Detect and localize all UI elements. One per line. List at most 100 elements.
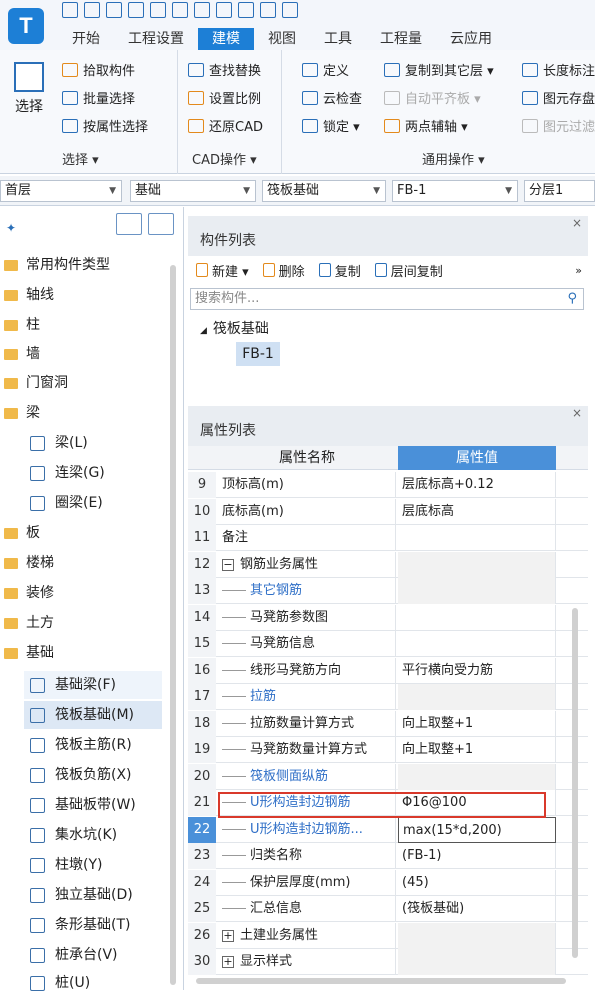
auto-align-slab-button[interactable]: 自动平齐板 ▾ <box>384 88 481 107</box>
select-by-attribute-button[interactable]: 按属性选择 <box>62 116 148 135</box>
property-value[interactable] <box>398 551 556 578</box>
edit-icon[interactable] <box>238 2 254 18</box>
close-icon[interactable]: × <box>572 216 582 230</box>
property-row[interactable]: 30 + 显示样式 <box>188 949 588 975</box>
tree-item-door-window[interactable]: 门窗洞 <box>4 369 68 397</box>
property-value[interactable] <box>398 631 556 657</box>
component-search-input[interactable]: 搜索构件... ⚲ <box>190 288 584 310</box>
property-value[interactable]: 向上取整+1 <box>398 710 556 737</box>
tree-item-sump[interactable]: 集水坑(K) <box>30 821 117 849</box>
property-row[interactable]: 23 归类名称 (FB-1) <box>188 843 588 869</box>
tree-scrollbar[interactable] <box>170 265 176 985</box>
tab-modeling[interactable]: 建模 <box>198 28 254 50</box>
new-file-icon[interactable] <box>84 2 100 18</box>
property-row[interactable]: 12− 钢筋业务属性 <box>188 551 588 578</box>
detail-view-icon[interactable] <box>148 213 174 235</box>
tree-item-pile-cap[interactable]: 桩承台(V) <box>30 941 118 969</box>
select-big-button[interactable]: 选择 <box>8 58 50 128</box>
lock-button[interactable]: 锁定 ▾ <box>302 116 360 135</box>
collapse-triangle-icon[interactable]: ◢ <box>200 326 207 336</box>
tree-item-coupling-beam[interactable]: 连梁(G) <box>30 459 105 487</box>
tree-item-isolated-footing[interactable]: 独立基础(D) <box>30 881 133 909</box>
tab-cloud[interactable]: 云应用 <box>436 28 506 50</box>
tab-project-settings[interactable]: 工程设置 <box>114 28 198 50</box>
property-row[interactable]: 22 U形构造封边钢筋... max(15*d,200) <box>188 816 588 843</box>
property-row[interactable]: 18 拉筋数量计算方式 向上取整+1 <box>188 710 588 737</box>
save-icon[interactable] <box>62 2 78 18</box>
property-row[interactable]: 15 马凳筋信息 <box>188 631 588 657</box>
common-group-label[interactable]: 通用操作 ▾ <box>422 149 485 168</box>
property-row[interactable]: 10 底标高(m) 层底标高 <box>188 498 588 525</box>
search-icon[interactable]: ⚲ <box>567 289 577 309</box>
undo-icon[interactable] <box>128 2 144 18</box>
list-view-icon[interactable] <box>116 213 142 235</box>
batch-select-button[interactable]: 批量选择 <box>62 88 135 107</box>
floor-select[interactable]: 首层 ▼ <box>0 180 122 202</box>
tree-item-raft-negative-rebar[interactable]: 筏板负筋(X) <box>30 761 132 789</box>
tree-item-foundation[interactable]: 基础 <box>4 639 54 667</box>
delete-component-button[interactable]: 删除 <box>262 261 305 280</box>
open-icon[interactable] <box>106 2 122 18</box>
tree-item-raft-foundation[interactable]: 筏板基础(M) <box>24 701 162 729</box>
property-value[interactable]: (45) <box>398 869 556 896</box>
tab-view[interactable]: 视图 <box>254 28 310 50</box>
tab-quantity[interactable]: 工程量 <box>366 28 436 50</box>
sublayer-select[interactable]: 分层1 <box>524 180 595 202</box>
property-value[interactable] <box>398 949 556 975</box>
tree-item-wall[interactable]: 墙 <box>4 340 40 368</box>
tree-item-beam-l[interactable]: 梁(L) <box>30 429 88 457</box>
property-row[interactable]: 14 马凳筋参数图 <box>188 604 588 631</box>
length-dimension-button[interactable]: 长度标注 <box>522 60 595 79</box>
tree-item-foundation-strip[interactable]: 基础板带(W) <box>30 791 136 819</box>
copy-to-other-layer-button[interactable]: 复制到其它层 ▾ <box>384 60 494 79</box>
property-value[interactable] <box>398 684 556 710</box>
report-icon[interactable] <box>194 2 210 18</box>
property-scrollbar[interactable] <box>572 608 578 958</box>
two-point-axis-button[interactable]: 两点辅轴 ▾ <box>384 116 468 135</box>
collapse-icon[interactable]: − <box>222 558 234 571</box>
tree-item-foundation-beam[interactable]: 基础梁(F) <box>24 671 162 699</box>
grid-icon[interactable] <box>260 2 276 18</box>
tree-item-stair[interactable]: 楼梯 <box>4 549 54 577</box>
restore-cad-button[interactable]: 还原CAD <box>188 116 263 135</box>
property-row[interactable]: 13 其它钢筋 <box>188 578 588 604</box>
close-icon[interactable]: × <box>572 406 582 420</box>
horizontal-scrollbar[interactable] <box>196 978 566 984</box>
element-filter-button[interactable]: 图元过滤 <box>522 116 595 135</box>
property-row[interactable]: 25 汇总信息 (筏板基础) <box>188 896 588 922</box>
tree-item-column-pier[interactable]: 柱墩(Y) <box>30 851 102 879</box>
property-row[interactable]: 9 顶标高(m) 层底标高+0.12 <box>188 472 588 498</box>
cad-group-label[interactable]: CAD操作 ▾ <box>192 149 257 168</box>
new-component-button[interactable]: 新建 ▾ <box>196 261 249 280</box>
sum-icon[interactable] <box>172 2 188 18</box>
component-group-node[interactable]: ◢ 筏板基础 <box>200 318 269 338</box>
tab-tools[interactable]: 工具 <box>310 28 366 50</box>
property-row[interactable]: 19 马凳筋数量计算方式 向上取整+1 <box>188 737 588 763</box>
category-select[interactable]: 基础 ▼ <box>130 180 256 202</box>
check-icon[interactable] <box>216 2 232 18</box>
property-row[interactable]: 24 保护层厚度(mm) (45) <box>188 869 588 896</box>
cloud-check-button[interactable]: 云检查 <box>302 88 362 107</box>
component-item-fb1[interactable]: FB-1 <box>236 342 280 366</box>
property-value[interactable] <box>398 525 556 551</box>
property-row[interactable]: 26 + 土建业务属性 <box>188 922 588 949</box>
property-row[interactable]: 17 拉筋 <box>188 684 588 710</box>
tab-start[interactable]: 开始 <box>58 28 114 50</box>
property-row[interactable]: 16 线形马凳筋方向 平行横向受力筋 <box>188 657 588 684</box>
tree-item-ring-beam[interactable]: 圈梁(E) <box>30 489 103 517</box>
layer-copy-button[interactable]: 层间复制 <box>374 261 443 280</box>
component-select[interactable]: FB-1 ▼ <box>392 180 518 202</box>
redo-icon[interactable] <box>150 2 166 18</box>
expand-icon[interactable]: + <box>222 929 234 942</box>
property-value[interactable]: 平行横向受力筋 <box>398 657 556 684</box>
tree-item-decoration[interactable]: 装修 <box>4 579 54 607</box>
set-scale-button[interactable]: 设置比例 <box>188 88 261 107</box>
define-button[interactable]: 定义 <box>302 60 349 79</box>
property-value[interactable] <box>398 763 556 790</box>
pick-component-button[interactable]: 拾取构件 <box>62 60 135 79</box>
copy-component-button[interactable]: 复制 <box>318 261 361 280</box>
tree-item-raft-main-rebar[interactable]: 筏板主筋(R) <box>30 731 132 759</box>
tree-item-column[interactable]: 柱 <box>4 311 40 339</box>
more-icon[interactable]: » <box>575 264 582 277</box>
tree-item-slab[interactable]: 板 <box>4 519 40 547</box>
